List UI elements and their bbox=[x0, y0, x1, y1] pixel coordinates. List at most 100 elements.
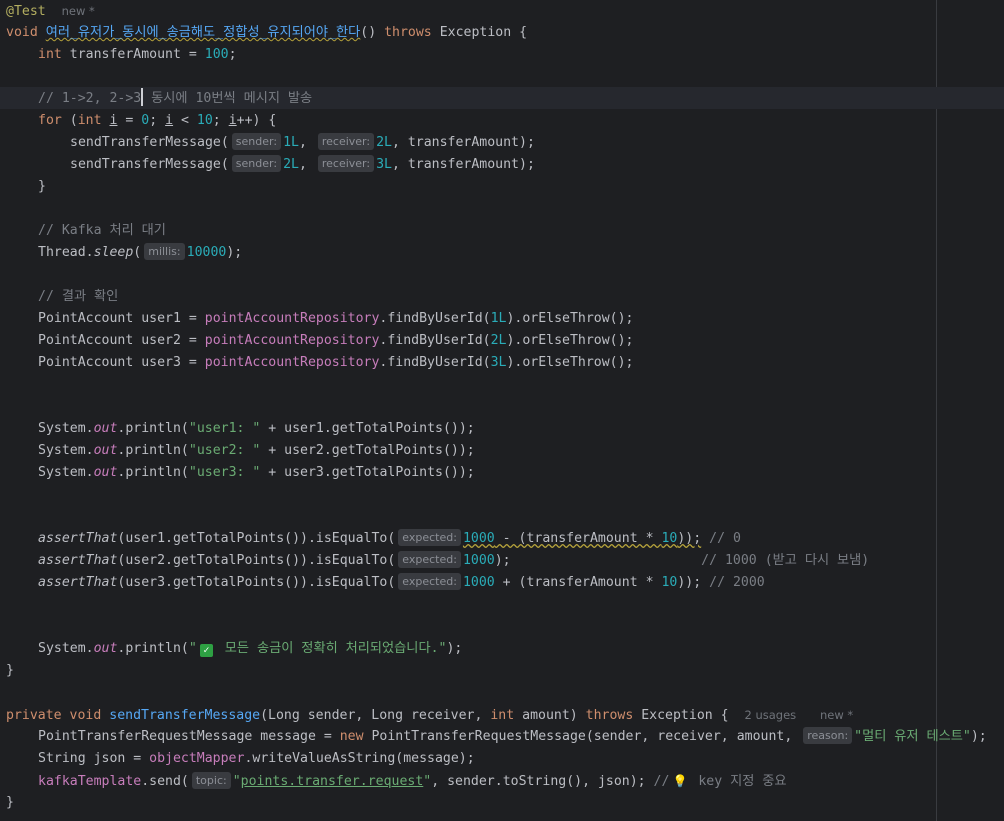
code-text: )); bbox=[677, 575, 702, 590]
number-literal: 10 bbox=[196, 113, 213, 128]
code-line-comment: // Kafka 처리 대기 bbox=[38, 220, 166, 242]
method-call: sendTransferMessage( bbox=[70, 157, 229, 172]
parameter-hint: sender: bbox=[231, 133, 282, 150]
code-line: PointAccount user3 = pointAccountReposit… bbox=[38, 352, 634, 374]
number-literal: 1000 bbox=[462, 531, 495, 546]
parameter-hint: receiver: bbox=[317, 133, 375, 150]
code-text: , transferAmount); bbox=[391, 135, 535, 150]
code-line-call: sendTransferMessage(sender: 1L, receiver:… bbox=[70, 132, 535, 154]
code-text: (user1.getTotalPoints()).isEqualTo( bbox=[117, 531, 396, 546]
code-text: + bbox=[260, 421, 285, 436]
comment: key 지정 중요 bbox=[690, 774, 787, 789]
code-line: System.out.println("user1: " + user1.get… bbox=[38, 418, 475, 440]
code-text: .send( bbox=[141, 774, 189, 789]
helper-method-name[interactable]: sendTransferMessage bbox=[109, 708, 260, 723]
number-literal: 2L bbox=[283, 157, 299, 172]
code-text: ).orElseThrow(); bbox=[506, 355, 634, 370]
code-text: amount) bbox=[514, 708, 586, 723]
code-text: user3.getTotalPoints()); bbox=[284, 465, 475, 480]
comment: // 1->2, 2->3 bbox=[38, 91, 142, 106]
field-reference: pointAccountRepository bbox=[204, 355, 380, 370]
test-method-name[interactable]: 여러_유저가_동시에_송금해도_정합성_유지되어야_한다 bbox=[46, 25, 361, 40]
code-text: System. bbox=[38, 465, 94, 480]
comment: // bbox=[653, 774, 670, 789]
code-text: , bbox=[298, 157, 315, 172]
code-text: = bbox=[180, 333, 205, 348]
code-text: .findByUserId( bbox=[379, 333, 491, 348]
code-text: .findByUserId( bbox=[379, 355, 491, 370]
code-text: + bbox=[260, 465, 285, 480]
code-line-method-signature: private void sendTransferMessage(Long se… bbox=[6, 704, 853, 726]
parameter-hint: topic: bbox=[191, 772, 231, 789]
code-text: ; bbox=[228, 47, 237, 62]
code-line: System.out.println("user3: " + user3.get… bbox=[38, 462, 475, 484]
parameter-hint: reason: bbox=[803, 727, 853, 744]
code-line: } bbox=[38, 176, 46, 198]
static-field: out bbox=[93, 421, 118, 436]
keyword: void bbox=[69, 708, 102, 723]
code-text: ( bbox=[133, 245, 142, 260]
code-line: Thread.sleep(millis: 10000); bbox=[38, 242, 242, 264]
code-text: ).orElseThrow(); bbox=[506, 333, 634, 348]
code-line: PointAccount user1 = pointAccountReposit… bbox=[38, 308, 634, 330]
code-line-call: sendTransferMessage(sender: 2L, receiver:… bbox=[70, 154, 535, 176]
topic-string: points.transfer.request bbox=[240, 774, 424, 789]
code-text: System. bbox=[38, 421, 94, 436]
code-text: String json = bbox=[38, 751, 150, 766]
field-reference: pointAccountRepository bbox=[204, 311, 380, 326]
code-text: ); bbox=[226, 245, 243, 260]
number-literal: 10 bbox=[661, 531, 678, 546]
code-text: .println( bbox=[117, 421, 189, 436]
code-text: - (transferAmount * bbox=[494, 531, 662, 546]
string-literal: "멀티 유저 테스트" bbox=[854, 729, 971, 744]
code-text: .findByUserId( bbox=[379, 311, 491, 326]
code-text: )); bbox=[677, 531, 702, 546]
comment: // 2000 bbox=[709, 575, 765, 590]
code-text: .println( bbox=[117, 443, 189, 458]
keyword: int bbox=[77, 113, 102, 128]
code-text: < bbox=[173, 113, 197, 128]
keyword: int bbox=[38, 47, 62, 62]
code-text: (Long sender, Long receiver, bbox=[260, 708, 491, 723]
lightbulb-icon: 💡 bbox=[672, 774, 688, 788]
code-text: PointTransferRequestMessage message = bbox=[38, 729, 340, 744]
code-text: PointAccount bbox=[38, 355, 142, 370]
code-text: ); bbox=[494, 553, 511, 568]
static-method: assertThat bbox=[38, 575, 118, 590]
number-literal: 2L bbox=[490, 333, 507, 348]
number-literal: 1000 bbox=[462, 575, 495, 590]
code-text: = bbox=[117, 113, 142, 128]
number-literal: 1000 bbox=[462, 553, 495, 568]
code-text: transferAmount = bbox=[61, 47, 205, 62]
code-text: PointAccount bbox=[38, 311, 142, 326]
code-text: ; bbox=[149, 113, 166, 128]
parameter-hint: sender: bbox=[231, 155, 282, 172]
keyword: throws bbox=[585, 708, 634, 723]
code-line-method-signature: void 여러_유저가_동시에_송금해도_정합성_유지되어야_한다() thro… bbox=[6, 22, 527, 44]
code-editor[interactable]: @Test new * void 여러_유저가_동시에_송금해도_정합성_유지되… bbox=[0, 0, 1004, 821]
parameter-hint: millis: bbox=[144, 243, 185, 260]
code-text: + (transferAmount * bbox=[494, 575, 662, 590]
number-literal: 3L bbox=[376, 157, 392, 172]
code-text: .println( bbox=[117, 641, 189, 656]
code-text: (user3.getTotalPoints()).isEqualTo( bbox=[117, 575, 396, 590]
static-method: assertThat bbox=[38, 553, 118, 568]
code-line-comment: // 결과 확인 bbox=[38, 286, 118, 308]
code-text: user3 bbox=[141, 355, 181, 370]
code-line: kafkaTemplate.send(topic: "points.transfe… bbox=[38, 770, 787, 792]
code-line: PointTransferRequestMessage message = ne… bbox=[38, 726, 987, 748]
usages-link[interactable]: 2 usages bbox=[744, 708, 796, 722]
number-literal: 100 bbox=[204, 47, 229, 62]
keyword: void bbox=[6, 25, 38, 40]
code-text: PointTransferRequestMessage(sender, rece… bbox=[363, 729, 801, 744]
loop-variable: i bbox=[228, 113, 237, 128]
static-method: assertThat bbox=[38, 531, 118, 546]
new-badge: new * bbox=[819, 708, 854, 722]
code-text: user1 bbox=[141, 311, 181, 326]
number-literal: 1L bbox=[490, 311, 507, 326]
code-line: System.out.println(" ✓ 모든 송금이 정확히 처리되었습니다… bbox=[38, 638, 462, 660]
static-field: out bbox=[93, 443, 118, 458]
code-line: System.out.println("user2: " + user2.get… bbox=[38, 440, 475, 462]
string-literal: 모든 송금이 정확히 처리되었습니다." bbox=[216, 641, 447, 656]
brace: } bbox=[6, 663, 14, 678]
